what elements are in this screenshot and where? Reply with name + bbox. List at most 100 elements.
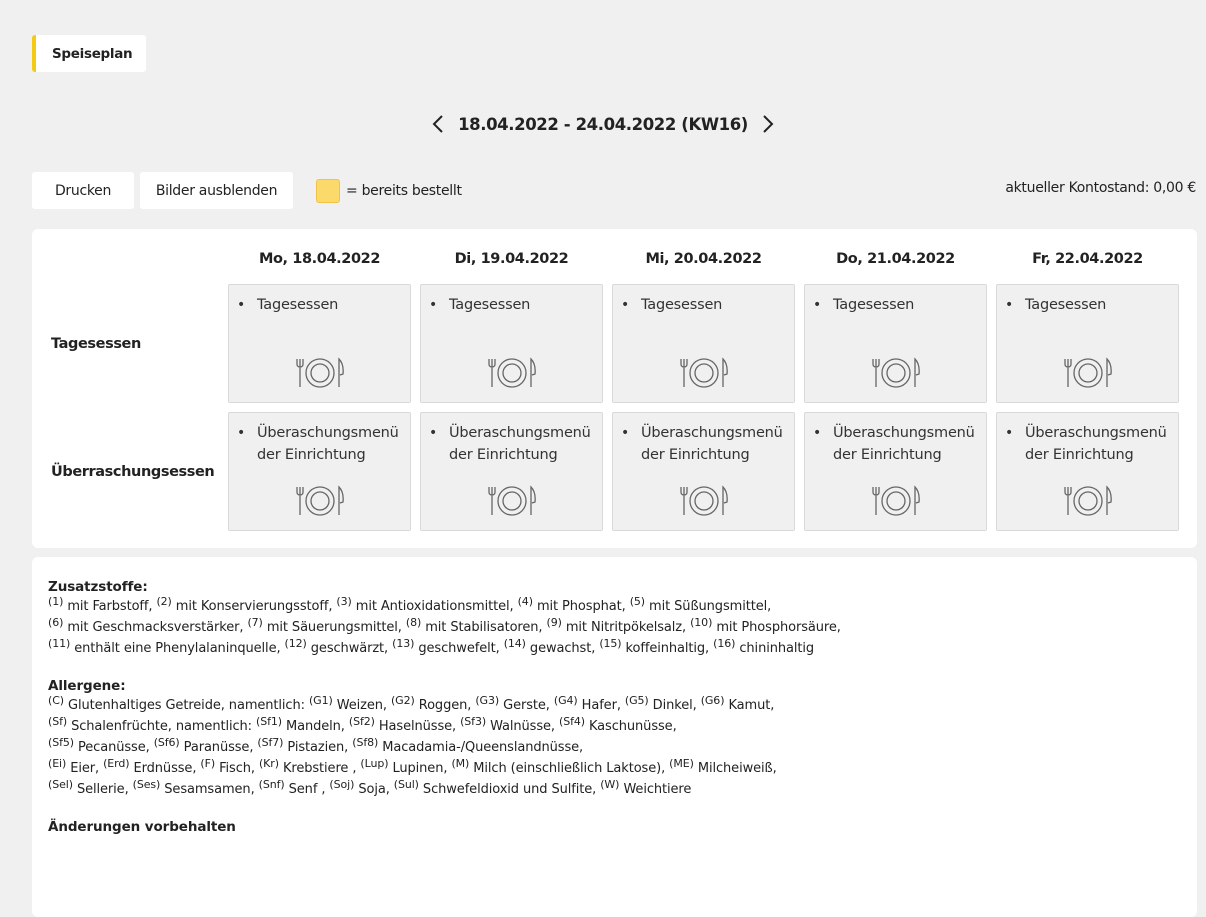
meal-cell[interactable]: • Überaschungsmenü der Einrichtung (804, 412, 987, 531)
meal-cell[interactable]: • Tagesessen (804, 284, 987, 403)
code-description: Dinkel, (652, 698, 697, 713)
order-legend: = bereits bestellt (316, 179, 462, 203)
info-line: (1) mit Farbstoff, (2) mit Konservierung… (48, 596, 1197, 617)
plate-cutlery-icon (680, 357, 728, 388)
bullet-icon: • (237, 425, 246, 441)
code-marker: (12) (284, 637, 307, 650)
code-marker: (8) (405, 616, 422, 629)
page-title-tab[interactable]: Speiseplan (32, 35, 147, 72)
print-button[interactable]: Drucken (32, 172, 134, 209)
code-description: Pecanüsse, (77, 740, 150, 755)
plate-cutlery-icon (488, 357, 536, 388)
code-marker: (Sf5) (48, 736, 74, 749)
code-marker: (10) (690, 616, 713, 629)
meal-name: Überaschungsmenü der Einrichtung (641, 425, 783, 463)
hide-images-button[interactable]: Bilder ausblenden (140, 172, 293, 209)
day-header: Di, 19.04.2022 (454, 251, 569, 267)
code-marker: (1) (48, 595, 64, 608)
meal-name: Tagesessen (257, 297, 339, 313)
changes-note: Änderungen vorbehalten (48, 819, 236, 835)
code-description: Haselnüsse, (378, 719, 457, 734)
code-marker: (Sf1) (256, 715, 282, 728)
plate-cutlery-icon (296, 357, 344, 388)
code-marker: (Sel) (48, 778, 73, 791)
code-description: Glutenhaltiges Getreide, namentlich: (68, 698, 305, 713)
code-marker: (15) (599, 637, 622, 650)
bullet-icon: • (621, 425, 630, 441)
code-marker: (Sf4) (559, 715, 585, 728)
code-description: mit Phosphat, (536, 599, 626, 614)
meal-cell[interactable]: • Tagesessen (612, 284, 795, 403)
plate-cutlery-icon (872, 357, 920, 388)
plate-cutlery-icon (1064, 357, 1112, 388)
meal-cell[interactable]: • Tagesessen (420, 284, 603, 403)
meal-cell[interactable]: • Tagesessen (228, 284, 411, 403)
code-description: koffeinhaltig, (625, 641, 710, 656)
bullet-icon: • (1005, 425, 1014, 441)
code-description: mit Geschmacksverstärker, (67, 620, 244, 635)
code-description: Weichtiere (623, 782, 692, 797)
code-description: mit Nitritpökelsalz, (565, 620, 687, 635)
plate-cutlery-icon (488, 485, 536, 516)
meal-cell[interactable]: • Überaschungsmenü der Einrichtung (996, 412, 1179, 531)
meal-name: Tagesessen (833, 297, 915, 313)
code-description: mit Antioxidationsmittel, (355, 599, 514, 614)
meal-name: Überaschungsmenü der Einrichtung (833, 425, 975, 463)
code-description: Krebstiere , (282, 761, 357, 776)
code-description: Erdnüsse, (133, 761, 197, 776)
code-marker: (Soj) (329, 778, 355, 791)
code-description: Mandeln, (285, 719, 345, 734)
code-marker: (C) (48, 694, 64, 707)
code-marker: (11) (48, 637, 71, 650)
meal-item: • Überaschungsmenü der Einrichtung (427, 422, 598, 466)
meal-cell[interactable]: • Überaschungsmenü der Einrichtung (228, 412, 411, 531)
chevron-right-icon[interactable] (756, 113, 778, 135)
hide-images-button-label: Bilder ausblenden (155, 182, 278, 199)
day-header: Mi, 20.04.2022 (645, 251, 762, 267)
meal-item: • Überaschungsmenü der Einrichtung (235, 422, 406, 466)
meal-item: • Tagesessen (811, 294, 982, 316)
code-marker: (Sf7) (257, 736, 284, 749)
code-description: Milch (einschließlich Laktose), (473, 761, 666, 776)
code-marker: (M) (451, 757, 470, 770)
meal-cell[interactable]: • Überaschungsmenü der Einrichtung (420, 412, 603, 531)
meal-cell[interactable]: • Tagesessen (996, 284, 1179, 403)
print-button-label: Drucken (54, 182, 112, 199)
allergens-list: (C) Glutenhaltiges Getreide, namentlich:… (48, 695, 1197, 800)
info-line: (Sf5) Pecanüsse, (Sf6) Paranüsse, (Sf7) … (48, 737, 1197, 758)
code-marker: (G2) (390, 694, 415, 707)
code-description: Walnüsse, (490, 719, 555, 734)
meal-cell[interactable]: • Überaschungsmenü der Einrichtung (612, 412, 795, 531)
code-marker: (6) (48, 616, 64, 629)
week-navigation: 18.04.2022 - 24.04.2022 (KW16) (0, 108, 1206, 140)
bullet-icon: • (1005, 297, 1014, 313)
code-description: mit Süßungsmittel, (649, 599, 772, 614)
code-marker: (G4) (553, 694, 578, 707)
meal-item: • Tagesessen (235, 294, 406, 316)
additives-title: Zusatzstoffe: (48, 579, 148, 595)
code-marker: (F) (200, 757, 216, 770)
meal-item: • Tagesessen (427, 294, 598, 316)
code-marker: (ME) (669, 757, 694, 770)
code-marker: (Ei) (48, 757, 67, 770)
code-marker: (3) (336, 595, 352, 608)
code-marker: (Sf8) (352, 736, 379, 749)
week-range: 18.04.2022 - 24.04.2022 (KW16) (458, 114, 748, 134)
meal-item: • Überaschungsmenü der Einrichtung (811, 422, 982, 466)
code-description: Roggen, (418, 698, 472, 713)
code-description: mit Farbstoff, (67, 599, 153, 614)
meal-name: Tagesessen (1025, 297, 1107, 313)
code-description: mit Stabilisatoren, (425, 620, 543, 635)
info-line: (Ei) Eier, (Erd) Erdnüsse, (F) Fisch, (K… (48, 758, 1197, 779)
ordered-color-swatch (316, 179, 340, 203)
code-marker: (Sf) (48, 715, 68, 728)
code-description: Sesamsamen, (164, 782, 255, 797)
chevron-left-icon[interactable] (428, 113, 450, 135)
code-marker: (Sf6) (153, 736, 180, 749)
code-marker: (Erd) (103, 757, 130, 770)
meal-item: • Überaschungsmenü der Einrichtung (619, 422, 790, 466)
plate-cutlery-icon (680, 485, 728, 516)
bullet-icon: • (429, 425, 438, 441)
code-description: Sellerie, (76, 782, 129, 797)
allergens-title: Allergene: (48, 678, 126, 694)
